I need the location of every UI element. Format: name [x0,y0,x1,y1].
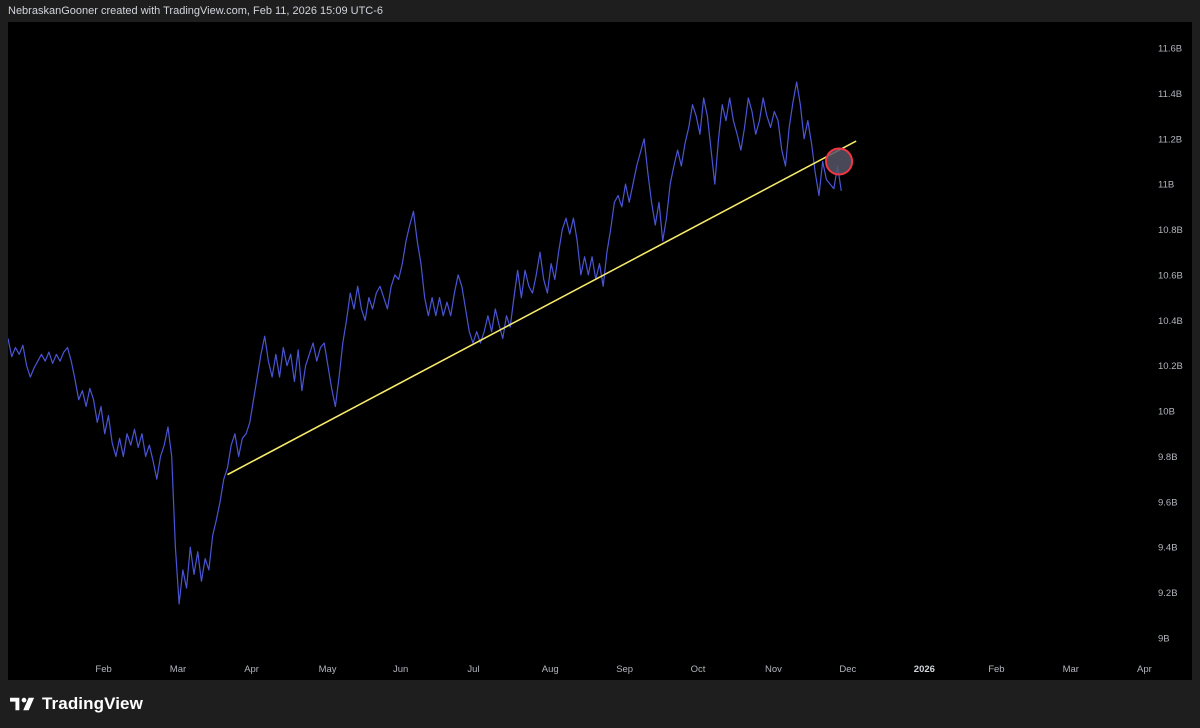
y-tick-label: 10.6B [1158,270,1183,281]
x-axis: Feb Mar Apr May Jun Jul Aug Sep Oct Nov Dec 2026 Feb… [95,664,1152,675]
x-tick-label: Jun [393,664,408,675]
attribution-text: NebraskanGooner created with TradingView… [8,5,384,17]
x-tick-label: Mar [170,664,186,675]
chart-area[interactable]: 9B 9.2B 9.4B 9.6B 9.8B 10B 10.2B 10.4B 10.6B 10.8… [8,22,1192,680]
trendline [227,140,857,476]
y-tick-label: 11.2B [1158,134,1182,145]
x-tick-label: 2026 [914,664,935,675]
y-tick-label: 11B [1158,180,1174,191]
price-series-line [8,81,842,605]
x-tick-label: Nov [765,664,782,675]
y-axis: 9B 9.2B 9.4B 9.6B 9.8B 10B 10.2B 10.4B 10.6B 10.8… [1158,44,1183,645]
x-tick-label: Sep [616,664,633,675]
y-tick-label: 9B [1158,634,1170,645]
y-tick-label: 9.6B [1158,497,1178,508]
tradingview-brand[interactable]: TradingView [10,694,143,714]
x-tick-label: Feb [95,664,111,675]
x-tick-label: Feb [988,664,1004,675]
y-tick-label: 10.4B [1158,316,1183,327]
x-tick-label: Dec [839,664,856,675]
x-tick-label: Aug [542,664,559,675]
x-tick-label: May [319,664,337,675]
attribution-bar: NebraskanGooner created with TradingView… [0,0,1200,22]
x-tick-label: Apr [244,664,259,675]
highlight-circle-marker [825,147,854,176]
price-chart[interactable]: 9B 9.2B 9.4B 9.6B 9.8B 10B 10.2B 10.4B 10.6B 10.8… [8,22,1192,680]
y-tick-label: 9.4B [1158,543,1178,554]
plot-area [8,81,857,605]
y-tick-label: 10B [1158,407,1175,418]
x-tick-label: Mar [1063,664,1079,675]
x-tick-label: Jul [467,664,479,675]
footer-bar: TradingView [0,680,1200,728]
y-tick-label: 11.6B [1158,44,1182,55]
y-tick-label: 10.8B [1158,225,1183,236]
y-tick-label: 11.4B [1158,89,1182,100]
tradingview-logo-icon [10,697,35,711]
brand-name: TradingView [42,694,143,713]
x-tick-label: Apr [1137,664,1152,675]
y-tick-label: 10.2B [1158,361,1183,372]
y-tick-label: 9.2B [1158,588,1178,599]
x-tick-label: Oct [691,664,706,675]
y-tick-label: 9.8B [1158,452,1178,463]
